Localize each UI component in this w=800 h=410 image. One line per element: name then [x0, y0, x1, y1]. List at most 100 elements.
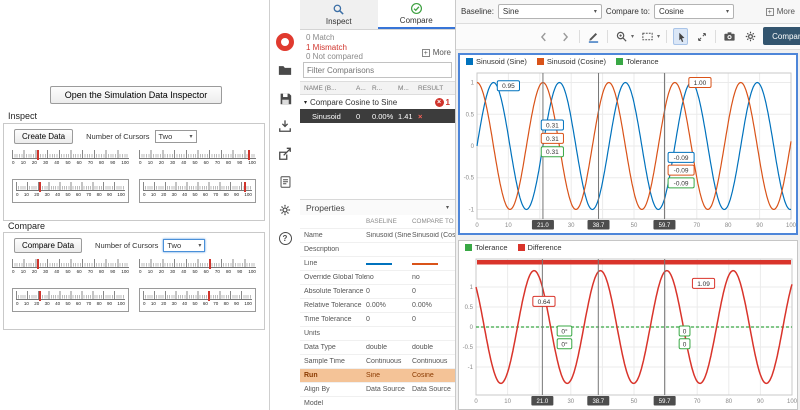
- max-diff-value: 1.41: [398, 112, 418, 121]
- compare-button[interactable]: Compare: [763, 27, 800, 45]
- slider-marker[interactable]: [244, 182, 246, 192]
- property-label: Absolute Tolerance: [304, 288, 366, 295]
- legend-item[interactable]: Sinusoid (Sine): [466, 57, 527, 66]
- nav-back-icon[interactable]: [537, 28, 552, 45]
- nav-forward-icon[interactable]: [558, 28, 573, 45]
- properties-header[interactable]: Properties ▾: [300, 199, 455, 215]
- property-row-data-type: Data Typedoubledouble: [300, 341, 455, 355]
- help-icon[interactable]: ?: [273, 229, 297, 247]
- comparison-group-row[interactable]: ▾ Compare Cosine to Sine × 1: [300, 95, 455, 109]
- record-button[interactable]: [273, 33, 297, 51]
- svg-text:50: 50: [631, 223, 638, 229]
- slider-marker[interactable]: [39, 182, 41, 192]
- slider-marker[interactable]: [37, 150, 39, 160]
- slider-marker[interactable]: [248, 150, 250, 160]
- chevron-down-icon[interactable]: ▾: [657, 33, 660, 40]
- tab-inspect[interactable]: Inspect: [300, 0, 378, 29]
- compare-to-select[interactable]: Cosine ▾: [654, 4, 734, 19]
- svg-text:1.09: 1.09: [697, 281, 710, 288]
- svg-text:1.00: 1.00: [694, 80, 707, 87]
- properties-header-row: BASELINECOMPARE TO: [300, 215, 455, 229]
- create-data-button[interactable]: Create Data: [14, 129, 73, 144]
- report-icon[interactable]: [273, 173, 297, 191]
- signals-chart[interactable]: Sinusoid (Sine) Sinusoid (Cosine) Toleranc…: [458, 53, 798, 235]
- camera-icon[interactable]: [722, 28, 737, 45]
- slider-ticks: [143, 291, 252, 300]
- slider-scale[interactable]: 0102030405060708090100: [12, 150, 129, 172]
- property-value: double: [412, 344, 455, 351]
- compare-group: Compare Data Number of Cursors Two ▾ 010…: [3, 232, 265, 330]
- property-value: 0: [366, 288, 412, 295]
- svg-text:38.7: 38.7: [592, 399, 604, 405]
- filter-comparisons-input[interactable]: [303, 62, 452, 78]
- legend-item[interactable]: Difference: [518, 243, 562, 252]
- legend-item[interactable]: Tolerance: [616, 57, 659, 66]
- svg-text:0: 0: [683, 341, 687, 348]
- bounded-slider[interactable]: 0102030405060708090100: [12, 179, 129, 203]
- expand-caret-icon[interactable]: ▾: [304, 99, 307, 106]
- slider-ticks: [143, 182, 252, 191]
- import-icon[interactable]: [273, 117, 297, 135]
- slider-ticks: [16, 291, 125, 300]
- legend-swatch: [616, 58, 623, 65]
- cursors-select[interactable]: Two ▾: [155, 130, 197, 143]
- column-header[interactable]: R...: [372, 85, 398, 92]
- svg-text:-0.09: -0.09: [674, 180, 689, 187]
- gear-icon[interactable]: [743, 28, 758, 45]
- slider-scale[interactable]: 0102030405060708090100: [12, 259, 129, 281]
- svg-text:-0.5: -0.5: [464, 176, 475, 182]
- svg-text:0°: 0°: [561, 340, 568, 348]
- more-options-button[interactable]: + More: [766, 7, 795, 16]
- slider-scale[interactable]: 0102030405060708090100: [139, 150, 256, 172]
- pointer-icon[interactable]: [673, 28, 688, 45]
- bounded-slider[interactable]: 0102030405060708090100: [139, 179, 256, 203]
- more-columns-button[interactable]: + More: [422, 48, 451, 57]
- cursors-select[interactable]: Two ▾: [163, 239, 205, 252]
- export-icon[interactable]: [273, 145, 297, 163]
- baseline-select[interactable]: Sine ▾: [498, 4, 602, 19]
- column-header[interactable]: A...: [356, 85, 372, 92]
- column-header[interactable]: M...: [398, 85, 418, 92]
- slider-marker[interactable]: [39, 291, 41, 301]
- slider-marker[interactable]: [209, 259, 211, 269]
- more-label: More: [433, 48, 451, 57]
- result-fail-icon: ×: [418, 112, 455, 121]
- svg-text:50: 50: [631, 399, 638, 405]
- svg-text:0: 0: [475, 223, 479, 229]
- chevron-down-icon[interactable]: ▾: [631, 33, 634, 40]
- signal-edit-icon[interactable]: [586, 28, 601, 45]
- column-header[interactable]: RESULT: [418, 85, 455, 92]
- property-label: Time Tolerance: [304, 316, 366, 323]
- slider-scale[interactable]: 0102030405060708090100: [139, 259, 256, 281]
- slider-marker[interactable]: [208, 291, 210, 301]
- baseline-select-value: Sine: [503, 7, 519, 16]
- svg-text:1: 1: [470, 285, 474, 291]
- bounded-slider[interactable]: 0102030405060708090100: [139, 288, 256, 312]
- legend-item[interactable]: Tolerance: [465, 243, 508, 252]
- baseline-label: Baseline:: [461, 7, 494, 16]
- comparison-plot-canvas[interactable]: 010203040506070809010010.50-0.5-10.950.3…: [460, 68, 796, 233]
- fit-view-icon[interactable]: [694, 28, 709, 45]
- save-icon[interactable]: [273, 89, 297, 107]
- toolbar-separator: [715, 30, 716, 43]
- plus-icon: +: [422, 49, 430, 57]
- open-icon[interactable]: [273, 61, 297, 79]
- bounded-slider[interactable]: 0102030405060708090100: [12, 288, 129, 312]
- difference-chart[interactable]: ToleranceDifference 01020304050607080901…: [458, 240, 798, 410]
- zoom-in-icon[interactable]: [614, 28, 629, 45]
- open-sdi-button[interactable]: Open the Simulation Data Inspector: [50, 86, 222, 104]
- compare-data-button[interactable]: Compare Data: [14, 238, 82, 253]
- plot-stack: Sinusoid (Sine) Sinusoid (Cosine) Toleranc…: [456, 50, 800, 410]
- svg-text:80: 80: [725, 399, 732, 405]
- preferences-icon[interactable]: [273, 201, 297, 219]
- legend-item[interactable]: Sinusoid (Cosine): [537, 57, 606, 66]
- zoom-box-icon[interactable]: [640, 28, 655, 45]
- comparison-signal-row[interactable]: Sinusoid 0 0.00% 1.41 ×: [300, 109, 455, 123]
- svg-text:10: 10: [505, 223, 512, 229]
- collapse-chevron-icon[interactable]: ▾: [446, 204, 449, 211]
- tab-compare[interactable]: Compare: [378, 0, 456, 29]
- column-header[interactable]: NAME (B...: [304, 85, 356, 92]
- difference-plot-canvas[interactable]: 010203040506070809010010.50-0.5-10.641.0…: [459, 254, 797, 409]
- slider-marker[interactable]: [37, 259, 39, 269]
- toolbar-separator: [607, 30, 608, 43]
